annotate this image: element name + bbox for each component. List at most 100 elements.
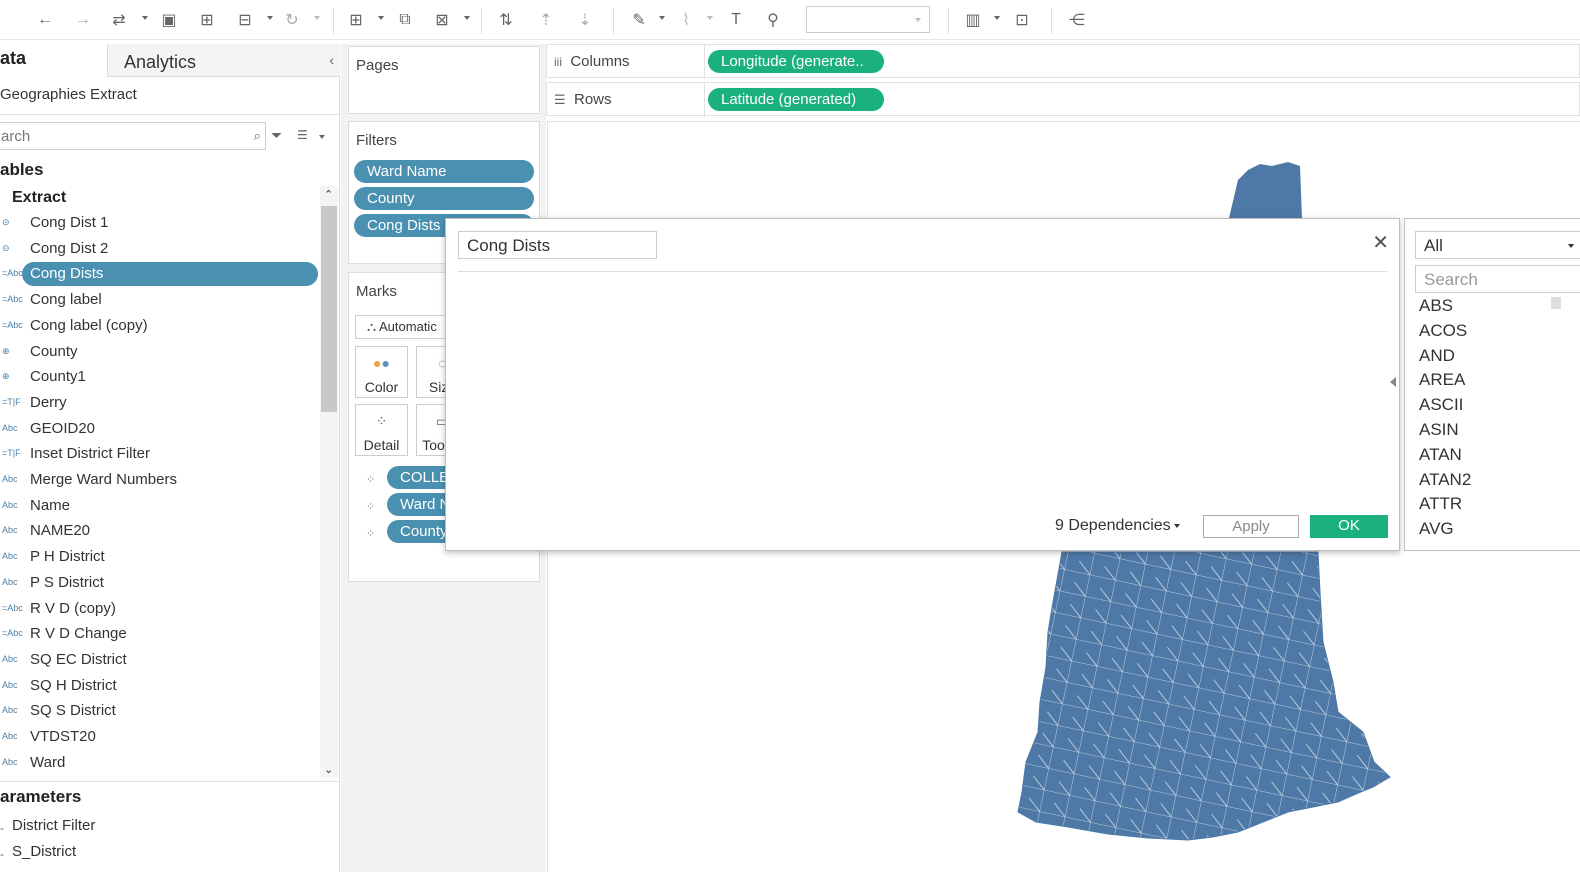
replace-data-source-icon[interactable]: ⇄	[108, 9, 130, 31]
refresh-caret[interactable]	[314, 16, 320, 20]
show-me-icon[interactable]: ▥	[962, 9, 984, 31]
clear-sheet-icon[interactable]: ⊠	[431, 9, 453, 31]
collapse-functions-icon[interactable]	[1390, 377, 1396, 387]
scrollbar-thumb[interactable]	[321, 206, 337, 412]
chevron-left-icon[interactable]: ‹	[329, 52, 334, 68]
filter-pill-county[interactable]: County	[354, 187, 534, 210]
function-item[interactable]: ASCII	[1419, 395, 1463, 415]
pause-updates-icon[interactable]: ⊟	[234, 9, 256, 31]
field-name: VTDST20	[30, 728, 96, 745]
field-item[interactable]: Abc GEOID20	[0, 417, 318, 441]
view-options-caret[interactable]	[319, 135, 325, 139]
filter-pill-ward-name[interactable]: Ward Name	[354, 160, 534, 183]
redo-icon[interactable]: →	[72, 9, 94, 31]
apply-button[interactable]: Apply	[1203, 515, 1299, 538]
rows-shelf[interactable]: ☰ Rows Latitude (generated)	[546, 82, 1580, 117]
field-item[interactable]: Abc P S District	[0, 571, 318, 595]
field-item[interactable]: ⊕ County	[0, 340, 318, 364]
highlight-icon[interactable]: ✎	[628, 9, 650, 31]
filter-icon[interactable]: ⏷	[271, 127, 282, 144]
data-source-name[interactable]: Geographies Extract	[0, 86, 137, 103]
function-item[interactable]: AREA	[1419, 370, 1465, 390]
highlight-caret[interactable]	[659, 16, 665, 20]
field-item[interactable]: Abc NAME20	[0, 519, 318, 543]
field-item[interactable]: Abc Name	[0, 494, 318, 518]
field-item[interactable]: =Abc Cong Dists	[0, 262, 318, 287]
function-item[interactable]: ASIN	[1419, 420, 1459, 440]
sort-descending-icon[interactable]: ⇣	[574, 9, 596, 31]
undo-icon[interactable]: ←	[34, 9, 56, 31]
columns-shelf[interactable]: iii Columns Longitude (generate..	[546, 44, 1580, 79]
dependencies-dropdown[interactable]: 9 Dependencies	[1055, 517, 1180, 535]
field-item[interactable]: =Abc Cong label (copy)	[0, 314, 318, 338]
map-region-south[interactable]	[1017, 551, 1391, 841]
tab-data[interactable]: ata	[0, 48, 26, 69]
pause-updates-caret[interactable]	[267, 16, 273, 20]
field-search-input[interactable]	[0, 123, 239, 149]
replace-data-source-caret[interactable]	[142, 16, 148, 20]
field-item[interactable]: ⊝ Cong Dist 1	[0, 211, 318, 235]
field-item[interactable]: =T|F Inset District Filter	[0, 442, 318, 466]
field-item[interactable]: =Abc R V D Change	[0, 622, 318, 646]
function-category-dropdown[interactable]: All	[1415, 231, 1580, 259]
function-item[interactable]: ATTR	[1419, 494, 1462, 514]
chevron-down-icon[interactable]: ⌄	[324, 763, 333, 776]
new-data-source-icon[interactable]: ⊞	[196, 9, 218, 31]
presentation-mode-icon[interactable]: ⊡	[1011, 9, 1033, 31]
tab-analytics[interactable]: Analytics ‹	[107, 44, 340, 77]
field-list-scrollbar[interactable]: ⌃ ⌄	[320, 186, 338, 778]
swap-rows-columns-icon[interactable]: ⇅	[495, 9, 517, 31]
ok-button[interactable]: OK	[1310, 515, 1388, 538]
new-worksheet-icon[interactable]: ⊞	[345, 9, 367, 31]
clear-sheet-caret[interactable]	[464, 16, 470, 20]
function-list-scrollbar[interactable]	[1551, 297, 1561, 309]
group-members-icon[interactable]: ⌇	[675, 9, 697, 31]
columns-pill-longitude[interactable]: Longitude (generate..	[708, 50, 884, 73]
field-item[interactable]: ⊕ County1	[0, 365, 318, 389]
fix-axes-icon[interactable]: ⚲	[762, 9, 784, 31]
new-worksheet-caret[interactable]	[378, 16, 384, 20]
field-item[interactable]: ⊝ Cong Dist 2	[0, 237, 318, 261]
show-me-caret[interactable]	[994, 16, 1000, 20]
save-icon[interactable]: ▣	[158, 9, 180, 31]
fit-dropdown[interactable]	[806, 6, 930, 33]
field-item[interactable]: Abc P H District	[0, 545, 318, 569]
close-icon[interactable]: ✕	[1372, 233, 1389, 253]
function-item[interactable]: AND	[1419, 346, 1455, 366]
field-item[interactable]: Abc SQ EC District	[0, 648, 318, 672]
field-item[interactable]: =T|F Derry	[0, 391, 318, 415]
toolbar-separator	[1051, 8, 1052, 34]
calculation-name-input[interactable]: Cong Dists	[458, 231, 657, 259]
function-item[interactable]: ATAN	[1419, 445, 1462, 465]
function-item[interactable]: ABS	[1419, 296, 1453, 316]
sort-ascending-icon[interactable]: ⇡	[535, 9, 557, 31]
function-item[interactable]: ACOS	[1419, 321, 1467, 341]
formula-editor[interactable]	[458, 279, 1387, 505]
function-item[interactable]: ATAN2	[1419, 470, 1471, 490]
field-search-box[interactable]: ⌕	[0, 122, 266, 150]
view-options-icon[interactable]: ☰	[297, 128, 308, 142]
field-item[interactable]: =Abc R V D (copy)	[0, 597, 318, 621]
duplicate-sheet-icon[interactable]: ⧉	[394, 9, 416, 31]
field-item[interactable]: =Abc Cong label	[0, 288, 318, 312]
pages-shelf[interactable]: Pages	[348, 46, 540, 114]
function-item[interactable]: AVG	[1419, 519, 1454, 539]
field-item[interactable]: Abc VTDST20	[0, 725, 318, 749]
field-item[interactable]: Abc SQ H District	[0, 674, 318, 698]
extract-heading[interactable]: Extract	[12, 189, 66, 207]
field-item[interactable]: Abc Merge Ward Numbers	[0, 468, 318, 492]
chevron-up-icon[interactable]: ⌃	[324, 188, 333, 201]
detail-button[interactable]: ⁘ Detail	[355, 404, 408, 456]
share-icon[interactable]: ⋲	[1066, 9, 1088, 31]
group-members-caret[interactable]	[707, 16, 713, 20]
field-item[interactable]: Abc SQ S District	[0, 699, 318, 723]
function-search-input[interactable]: Search	[1415, 265, 1580, 293]
parameter-district-filter[interactable]: District Filter	[12, 817, 95, 834]
map-region-north[interactable]	[1229, 162, 1302, 218]
refresh-icon[interactable]: ↻	[281, 9, 303, 31]
field-item[interactable]: Abc Ward	[0, 751, 318, 775]
rows-pill-latitude[interactable]: Latitude (generated)	[708, 88, 884, 111]
show-labels-icon[interactable]: T	[725, 9, 747, 31]
parameter-s-district[interactable]: S_District	[12, 843, 76, 860]
color-button[interactable]: ●● Color	[355, 346, 408, 398]
